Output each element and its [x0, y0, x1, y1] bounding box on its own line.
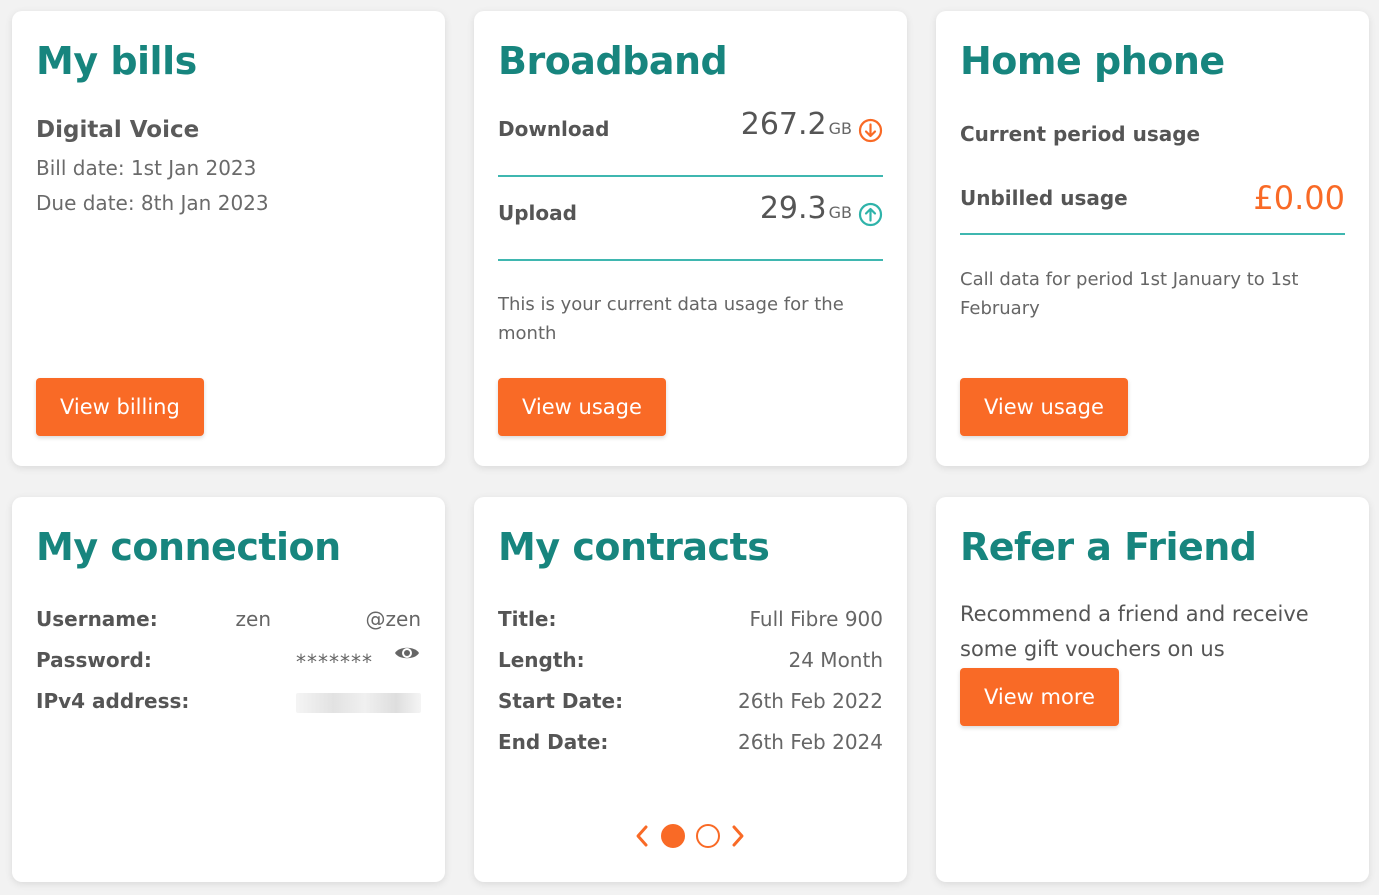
contract-row-label: Start Date: — [498, 689, 624, 713]
contract-row-label: End Date: — [498, 730, 609, 754]
download-value: 267.2 — [740, 107, 827, 142]
chevron-right-icon[interactable] — [730, 823, 746, 849]
eye-icon[interactable] — [393, 642, 421, 664]
contract-title-row: Title: Full Fibre 900 — [498, 607, 883, 637]
contract-row-value: Full Fibre 900 — [749, 607, 883, 631]
upload-row: Upload 29.3 GB — [498, 177, 883, 261]
broadband-usage-note: This is your current data usage for the … — [498, 294, 844, 344]
upload-label: Upload — [498, 201, 577, 225]
unbilled-usage-amount: £0.00 — [1253, 179, 1345, 217]
bill-date: Bill date: 1st Jan 2023 — [36, 156, 257, 180]
ipv4-row: IPv4 address: — [36, 689, 421, 719]
password-row: Password: ******* — [36, 647, 421, 678]
view-billing-button[interactable]: View billing — [36, 378, 204, 436]
arrow-up-circle-icon — [858, 202, 883, 227]
refer-description: Recommend a friend and receive some gift… — [960, 602, 1309, 661]
username-label: Username: — [36, 607, 158, 631]
username-suffix: @zen — [365, 607, 421, 631]
unbilled-usage-label: Unbilled usage — [960, 186, 1128, 210]
ipv4-label: IPv4 address: — [36, 689, 190, 713]
view-broadband-usage-button[interactable]: View usage — [498, 378, 666, 436]
my-bills-title: My bills — [36, 39, 197, 83]
refer-a-friend-title: Refer a Friend — [960, 525, 1257, 569]
unbilled-usage-row: Unbilled usage £0.00 — [960, 171, 1345, 235]
contract-length-row: Length: 24 Month — [498, 648, 883, 678]
upload-value-group: 29.3 GB — [759, 191, 883, 227]
download-unit: GB — [828, 119, 852, 138]
bills-product-name: Digital Voice — [36, 117, 200, 143]
contract-row-value: 26th Feb 2024 — [738, 730, 883, 754]
home-phone-card: Home phone Current period usage Unbilled… — [936, 11, 1369, 466]
broadband-title: Broadband — [498, 39, 728, 83]
my-contracts-card: My contracts Title: Full Fibre 900 Lengt… — [474, 497, 907, 882]
username-row: Username: zen @zen — [36, 607, 421, 637]
refer-a-friend-card: Refer a Friend Recommend a friend and re… — [936, 497, 1369, 882]
contract-row-value: 26th Feb 2022 — [738, 689, 883, 713]
upload-unit: GB — [828, 203, 852, 222]
due-date: Due date: 8th Jan 2023 — [36, 191, 269, 215]
ipv4-redacted-value — [296, 693, 421, 713]
contract-start-row: Start Date: 26th Feb 2022 — [498, 689, 883, 719]
password-value: ******* — [296, 650, 373, 674]
arrow-down-circle-icon — [858, 118, 883, 143]
carousel-dot-1[interactable] — [661, 824, 685, 848]
home-phone-title: Home phone — [960, 39, 1225, 83]
view-phone-usage-button[interactable]: View usage — [960, 378, 1128, 436]
contract-row-label: Title: — [498, 607, 557, 631]
upload-value: 29.3 — [759, 191, 827, 226]
broadband-card: Broadband Download 267.2 GB Upload 29.3 … — [474, 11, 907, 466]
my-bills-card: My bills Digital Voice Bill date: 1st Ja… — [12, 11, 445, 466]
current-period-usage-label: Current period usage — [960, 122, 1201, 146]
download-value-group: 267.2 GB — [740, 107, 883, 143]
password-label: Password: — [36, 648, 152, 672]
contract-end-row: End Date: 26th Feb 2024 — [498, 730, 883, 760]
download-row: Download 267.2 GB — [498, 93, 883, 177]
contracts-carousel-nav — [474, 823, 907, 849]
username-prefix: zen — [235, 607, 271, 631]
my-connection-card: My connection Username: zen @zen Passwor… — [12, 497, 445, 882]
carousel-dot-2[interactable] — [696, 824, 720, 848]
view-more-button[interactable]: View more — [960, 668, 1119, 726]
contract-row-value: 24 Month — [788, 648, 884, 672]
my-connection-title: My connection — [36, 525, 341, 569]
contract-row-label: Length: — [498, 648, 585, 672]
chevron-left-icon[interactable] — [634, 823, 650, 849]
download-label: Download — [498, 117, 610, 141]
call-data-note: Call data for period 1st January to 1st … — [960, 269, 1299, 319]
my-contracts-title: My contracts — [498, 525, 770, 569]
